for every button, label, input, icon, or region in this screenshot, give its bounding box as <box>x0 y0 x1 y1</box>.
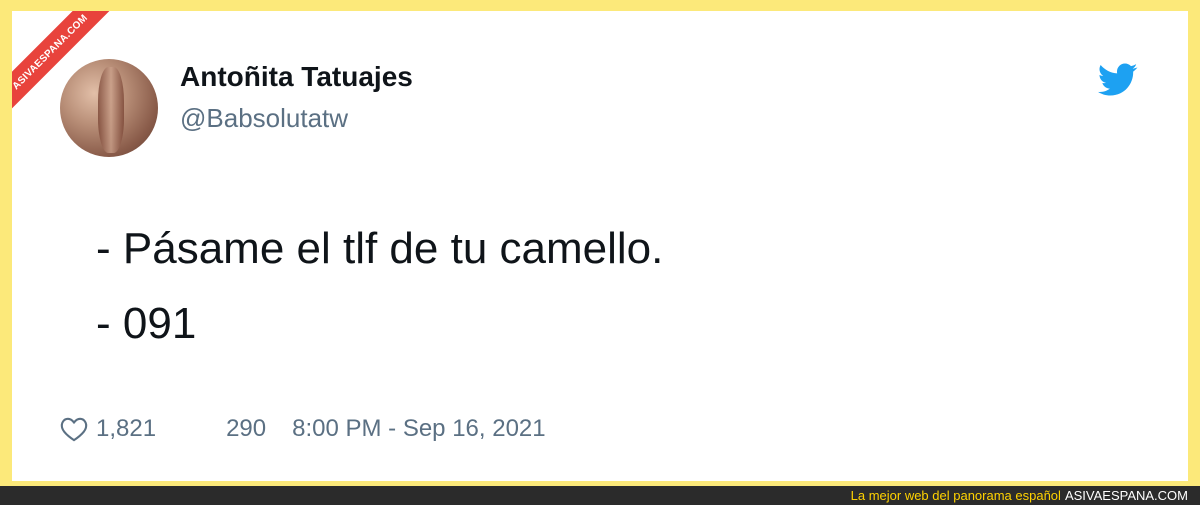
tweet-card: ASIVAESPANA.COM Antoñita Tatuajes @Babso… <box>12 11 1188 481</box>
tweet-text-line-1: - Pásame el tlf de tu camello. <box>96 224 664 273</box>
avatar[interactable] <box>60 59 158 157</box>
watermark-tagline: La mejor web del panorama español <box>850 488 1061 503</box>
heart-icon[interactable] <box>60 416 88 442</box>
display-name[interactable]: Antoñita Tatuajes <box>180 61 413 93</box>
avatar-photo-detail <box>98 67 124 153</box>
retweet-count[interactable]: 290 <box>226 415 266 443</box>
watermark-site-link[interactable]: ASIVAESPANA.COM <box>1065 488 1188 503</box>
user-handle[interactable]: @Babsolutatw <box>180 103 348 134</box>
tweet-footer: 1,821 290 8:00 PM - Sep 16, 2021 <box>60 415 546 443</box>
twitter-bird-icon[interactable] <box>1098 63 1138 97</box>
tweet-text-line-2: - 091 <box>96 299 197 348</box>
watermark-bar: La mejor web del panorama español ASIVAE… <box>0 486 1200 505</box>
tweet-timestamp[interactable]: 8:00 PM - Sep 16, 2021 <box>292 415 546 443</box>
like-count[interactable]: 1,821 <box>96 415 156 443</box>
